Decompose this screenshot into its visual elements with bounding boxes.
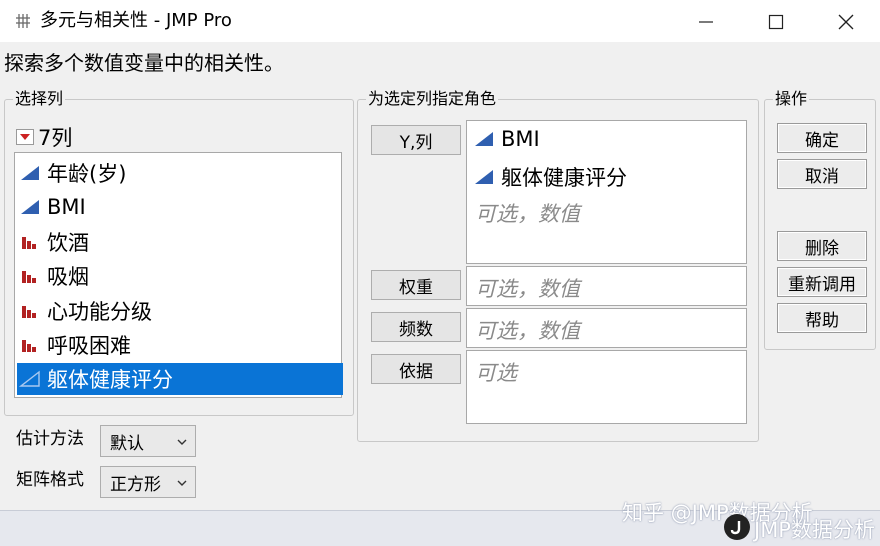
minimize-icon <box>699 21 713 23</box>
ordinal-icon <box>22 237 36 249</box>
ordinal-icon <box>22 271 36 283</box>
matrix-format-select[interactable]: 正方形 <box>100 466 196 498</box>
chevron-down-icon <box>177 439 187 445</box>
ok-button[interactable]: 确定 <box>777 123 867 153</box>
continuous-icon <box>21 200 39 214</box>
matrix-format-value: 正方形 <box>110 474 161 495</box>
watermark-logo-icon <box>724 514 750 540</box>
chevron-down-icon <box>177 480 187 486</box>
column-item-age[interactable]: 年龄(岁) <box>19 157 341 189</box>
watermark-brand-text: JMP数据分析 <box>754 518 875 542</box>
y-role-item-bmi[interactable]: BMI <box>473 127 540 151</box>
by-role-placeholder: 可选 <box>475 361 517 385</box>
column-item-label: 年龄(岁) <box>47 162 127 186</box>
y-role-item-label: 躯体健康评分 <box>501 166 627 190</box>
column-count-label: 7列 <box>38 126 73 150</box>
frequency-button[interactable]: 频数 <box>371 312 461 342</box>
column-item-dyspnea[interactable]: 呼吸困难 <box>19 329 341 361</box>
estimation-method-select[interactable]: 默认 <box>100 425 196 457</box>
weight-role-placeholder: 可选，数值 <box>475 277 580 301</box>
close-button[interactable] <box>826 8 866 36</box>
estimation-method-label: 估计方法 <box>16 429 84 449</box>
jmp-app-icon <box>16 14 30 28</box>
continuous-icon <box>19 370 40 387</box>
column-item-drinking[interactable]: 饮酒 <box>19 226 341 258</box>
by-button[interactable]: 依据 <box>371 354 461 384</box>
y-columns-button[interactable]: Y,列 <box>371 125 461 155</box>
maximize-icon <box>768 14 784 30</box>
y-role-item-physical-health-score[interactable]: 躯体健康评分 <box>473 162 627 192</box>
column-item-label: 躯体健康评分 <box>47 368 173 392</box>
weight-role-field[interactable]: 可选，数值 <box>466 266 747 306</box>
window-title: 多元与相关性 - JMP Pro <box>40 10 232 31</box>
continuous-icon <box>475 170 493 184</box>
column-count-toggle[interactable]: 7列 <box>16 122 72 152</box>
column-item-bmi[interactable]: BMI <box>19 191 341 223</box>
continuous-icon <box>21 166 39 180</box>
actions-legend: 操作 <box>775 89 808 108</box>
column-item-physical-health-score[interactable]: 躯体健康评分 <box>17 363 343 395</box>
title-bar: 多元与相关性 - JMP Pro <box>0 0 880 42</box>
y-role-placeholder: 可选，数值 <box>475 202 580 226</box>
jmp-logo-icon <box>730 521 741 535</box>
weight-button[interactable]: 权重 <box>371 270 461 300</box>
matrix-format-label: 矩阵格式 <box>16 470 84 490</box>
column-item-heart-function[interactable]: 心功能分级 <box>19 295 341 327</box>
by-role-field[interactable]: 可选 <box>466 350 747 424</box>
estimation-method-value: 默认 <box>110 433 144 454</box>
ordinal-icon <box>22 306 36 318</box>
instruction-text: 探索多个数值变量中的相关性。 <box>4 51 284 75</box>
y-role-item-label: BMI <box>501 127 540 151</box>
column-item-smoking[interactable]: 吸烟 <box>19 260 341 292</box>
assign-roles-legend: 为选定列指定角色 <box>368 89 497 108</box>
help-button[interactable]: 帮助 <box>777 303 867 333</box>
column-item-label: 心功能分级 <box>47 300 152 324</box>
column-list[interactable]: 年龄(岁) BMI 饮酒 吸烟 心功能分级 呼吸困难 躯体健康评分 <box>14 152 343 398</box>
recall-button[interactable]: 重新调用 <box>777 267 867 297</box>
cancel-button[interactable]: 取消 <box>777 159 867 189</box>
column-item-label: 饮酒 <box>47 231 89 255</box>
column-item-label: 吸烟 <box>47 265 89 289</box>
minimize-button[interactable] <box>686 8 726 36</box>
frequency-role-field[interactable]: 可选，数值 <box>466 308 747 348</box>
y-columns-role-list[interactable]: BMI 躯体健康评分 可选，数值 <box>466 120 747 264</box>
column-item-label: BMI <box>47 195 86 219</box>
frequency-role-placeholder: 可选，数值 <box>475 319 580 343</box>
disclosure-triangle-icon[interactable] <box>16 129 34 145</box>
ordinal-icon <box>22 340 36 352</box>
select-columns-legend: 选择列 <box>15 89 64 108</box>
maximize-button[interactable] <box>756 8 796 36</box>
close-icon <box>838 14 854 30</box>
continuous-icon <box>475 132 493 146</box>
column-item-label: 呼吸困难 <box>47 334 131 358</box>
remove-button[interactable]: 删除 <box>777 231 867 261</box>
